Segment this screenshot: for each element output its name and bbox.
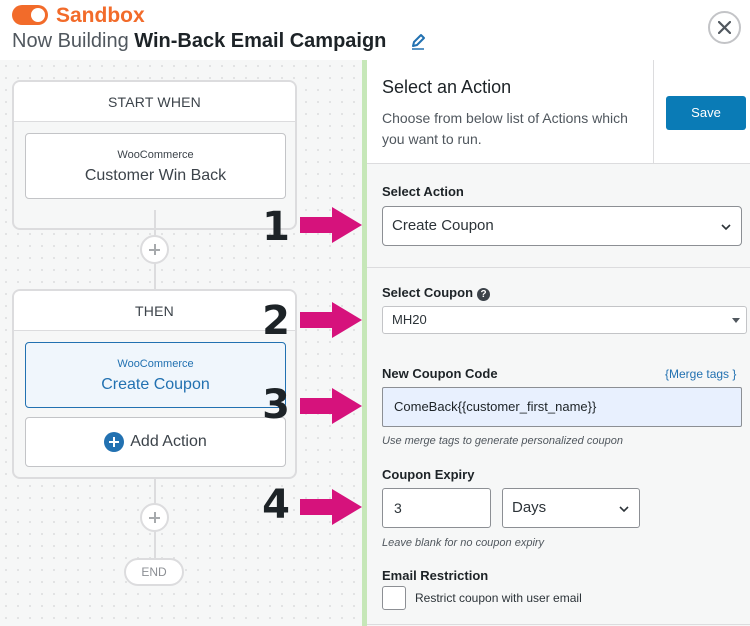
chevron-down-icon [619,506,629,513]
coupon-code-hint: Use merge tags to generate personalized … [382,435,623,447]
toggle-knob [31,8,45,22]
campaign-name: Win-Back Email Campaign [134,30,387,52]
then-heading: THEN [14,291,295,331]
annotation-number: 2 [262,298,290,344]
save-button[interactable]: Save [666,96,746,130]
arrow-icon [300,388,362,424]
plus-circle-icon [104,432,125,452]
panel-title: Select an Action [382,77,512,97]
action-card[interactable]: WooCommerce Create Coupon [25,342,286,408]
merge-tags-link[interactable]: {Merge tags } [665,367,736,381]
coupon-expiry-hint: Leave blank for no coupon expiry [382,537,545,549]
end-node: END [124,558,184,586]
help-icon[interactable]: ? [477,288,491,301]
sandbox-label: Sandbox [56,4,145,27]
arrow-icon [300,302,362,338]
panel-header: Select an Action Choose from below list … [367,60,750,164]
title-prefix: Now Building [12,30,129,52]
close-icon [718,21,731,34]
expiry-unit-value: Days [512,499,547,516]
start-when-heading: START WHEN [14,82,295,122]
action-settings-panel: Select an Action Choose from below list … [367,60,750,626]
arrow-icon [300,489,362,525]
select-action-label: Select Action [382,184,464,199]
restrict-email-label: Restrict coupon with user email [415,591,582,605]
annotation-number: 1 [262,204,290,250]
add-action-label: Add Action [130,433,207,450]
action-name: Create Coupon [101,376,210,393]
restrict-email-checkbox[interactable] [382,586,406,610]
builder-header: Sandbox Now Building Win-Back Email Camp… [0,0,750,60]
workflow-canvas: START WHEN WooCommerce Customer Win Back… [0,60,362,626]
action-source: WooCommerce [117,358,194,370]
pencil-icon[interactable] [410,32,426,50]
annotation-number: 3 [262,382,290,428]
trigger-name: Customer Win Back [84,167,227,184]
close-button[interactable] [708,11,741,44]
then-block: THEN WooCommerce Create Coupon Add Actio… [12,289,297,479]
annotation-number: 4 [262,482,290,528]
header-separator [653,60,654,164]
coupon-expiry-input[interactable]: 3 [382,488,491,528]
chevron-down-icon [721,224,731,231]
coupon-code-input[interactable]: ComeBack{{customer_first_name}} [382,387,742,427]
coupon-code-label: New Coupon Code [382,366,498,381]
trigger-card[interactable]: WooCommerce Customer Win Back [25,133,286,199]
arrow-icon [300,207,362,243]
select-coupon-label-text: Select Coupon [382,285,474,300]
add-step-button[interactable] [140,503,169,532]
select-action-dropdown[interactable]: Create Coupon [382,206,742,246]
select-coupon-value: MH20 [392,312,427,327]
coupon-expiry-label: Coupon Expiry [382,467,475,482]
email-restriction-label: Email Restriction [382,568,489,583]
add-step-button[interactable] [140,235,169,264]
expiry-unit-dropdown[interactable]: Days [502,488,640,528]
page-title: Now Building Win-Back Email Campaign [12,30,386,53]
panel-description: Choose from below list of Actions which … [382,110,628,147]
trigger-source: WooCommerce [117,149,194,161]
start-when-block: START WHEN WooCommerce Customer Win Back [12,80,297,230]
section-divider [367,624,750,625]
caret-down-icon [732,318,740,323]
select-coupon-dropdown[interactable]: MH20 [382,306,747,334]
select-action-value: Create Coupon [392,217,494,234]
section-divider [367,267,750,268]
sandbox-toggle[interactable] [12,5,48,25]
add-action-button[interactable]: Add Action [25,417,286,467]
select-coupon-label: Select Coupon? [382,285,491,301]
